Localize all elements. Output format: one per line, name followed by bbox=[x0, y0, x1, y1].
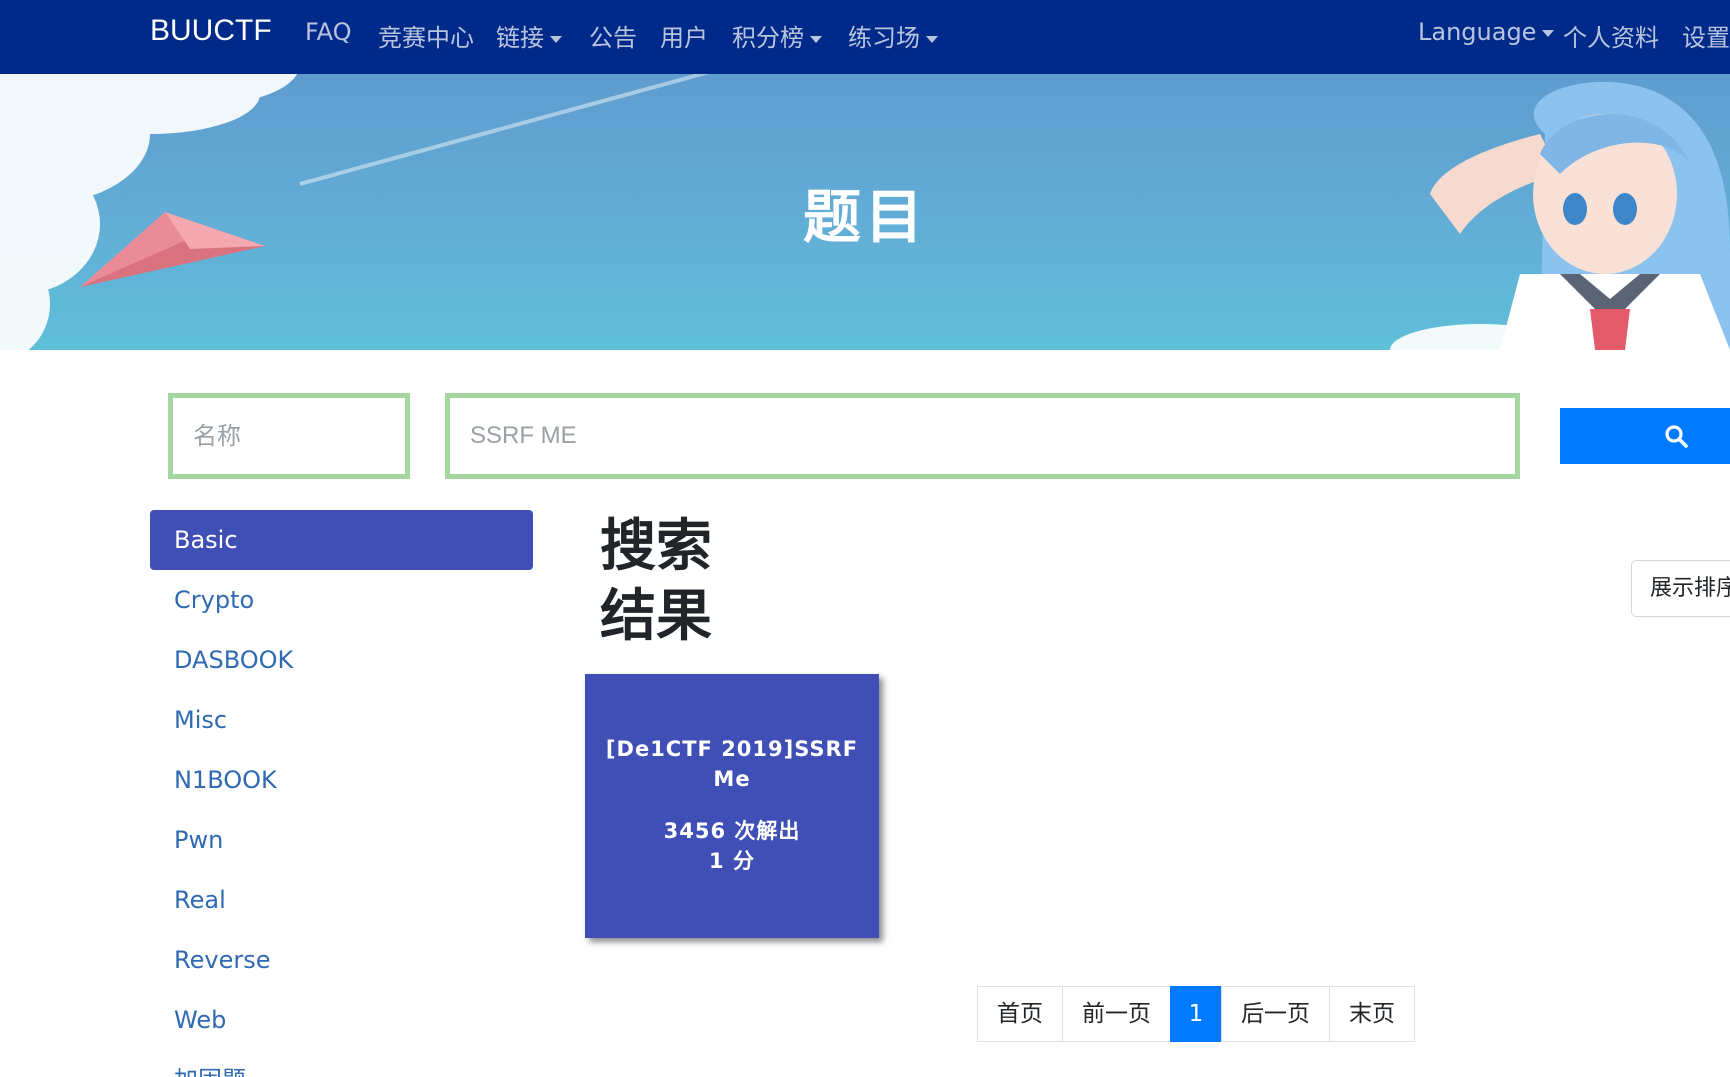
category-crypto[interactable]: Crypto bbox=[150, 570, 533, 630]
category-web[interactable]: Web bbox=[150, 990, 533, 1050]
nav-scoreboard-dropdown[interactable]: 积分榜 bbox=[732, 18, 822, 53]
category-basic[interactable]: Basic bbox=[150, 510, 533, 570]
caret-down-icon bbox=[1542, 29, 1555, 37]
pagination-next[interactable]: 后一页 bbox=[1221, 986, 1330, 1042]
caret-down-icon bbox=[926, 35, 938, 43]
results-heading: 搜索结果 bbox=[600, 514, 712, 649]
caret-down-icon bbox=[550, 35, 562, 43]
search-button[interactable] bbox=[1560, 408, 1730, 464]
search-input[interactable] bbox=[445, 393, 1520, 479]
nav-announcements[interactable]: 公告 bbox=[589, 18, 637, 53]
category-real[interactable]: Real bbox=[150, 870, 533, 930]
category-hardening[interactable]: 加固题 bbox=[150, 1050, 533, 1077]
category-pwn[interactable]: Pwn bbox=[150, 810, 533, 870]
pagination-first[interactable]: 首页 bbox=[977, 986, 1063, 1042]
category-reverse[interactable]: Reverse bbox=[150, 930, 533, 990]
pagination-prev[interactable]: 前一页 bbox=[1062, 986, 1171, 1042]
name-filter-input[interactable] bbox=[168, 393, 410, 479]
challenge-points: 1 分 bbox=[709, 849, 755, 873]
challenge-solves: 3456 次解出 bbox=[663, 819, 801, 843]
nav-settings[interactable]: 设置 bbox=[1682, 18, 1730, 53]
challenge-card[interactable]: [De1CTF 2019]SSRF Me 3456 次解出 1 分 bbox=[585, 674, 879, 938]
nav-links-dropdown[interactable]: 链接 bbox=[496, 18, 562, 53]
nav-users[interactable]: 用户 bbox=[660, 18, 708, 53]
hero-banner: 题目 bbox=[0, 74, 1730, 350]
top-navbar: BUUCTF FAQ 竞赛中心 链接 公告 用户 积分榜 练习场 Languag… bbox=[0, 0, 1730, 74]
search-icon bbox=[1665, 425, 1688, 448]
nav-language-dropdown[interactable]: Language bbox=[1418, 18, 1555, 46]
challenge-name: [De1CTF 2019]SSRF Me bbox=[605, 737, 859, 791]
pagination-current-page[interactable]: 1 bbox=[1170, 986, 1222, 1042]
caret-down-icon bbox=[810, 35, 822, 43]
nav-profile[interactable]: 个人资料 bbox=[1563, 18, 1659, 53]
category-misc[interactable]: Misc bbox=[150, 690, 533, 750]
sort-button[interactable]: 展示排序 bbox=[1631, 560, 1730, 617]
category-n1book[interactable]: N1BOOK bbox=[150, 750, 533, 810]
nav-practice-dropdown[interactable]: 练习场 bbox=[848, 18, 938, 53]
nav-competition-center[interactable]: 竞赛中心 bbox=[378, 18, 474, 53]
category-dasbook[interactable]: DASBOOK bbox=[150, 630, 533, 690]
page-title: 题目 bbox=[802, 183, 927, 251]
nav-faq[interactable]: FAQ bbox=[305, 18, 352, 46]
pagination-last[interactable]: 末页 bbox=[1329, 986, 1415, 1042]
brand-logo[interactable]: BUUCTF bbox=[150, 14, 272, 48]
